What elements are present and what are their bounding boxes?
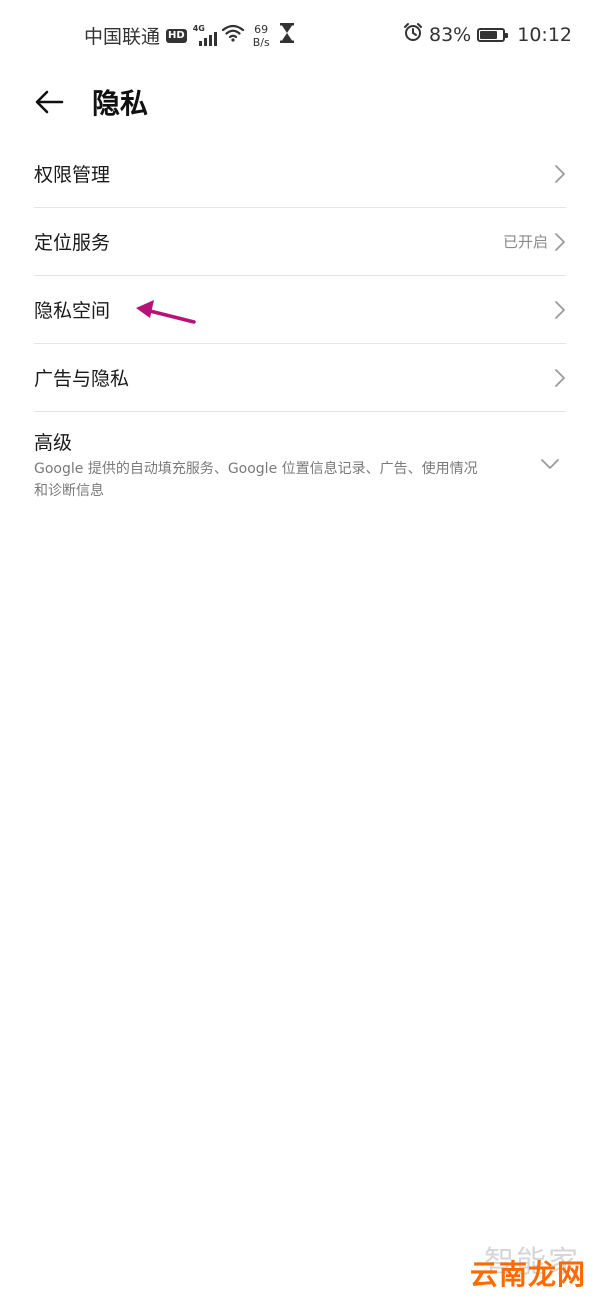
row-label: 广告与隐私 — [34, 368, 130, 390]
hd-badge: HD — [166, 28, 187, 43]
signal-icon: 4G — [193, 24, 217, 46]
speed-unit: B/s — [252, 35, 270, 49]
settings-list: 权限管理 定位服务 已开启 隐私空间 广告与隐私 高级 Google 提供的自动… — [34, 140, 566, 520]
watermark-line-2: 云南龙网 — [469, 1258, 586, 1291]
chevron-right-icon — [555, 164, 565, 183]
permission-management-row[interactable]: 权限管理 — [34, 140, 566, 208]
chevron-down-icon — [541, 459, 559, 469]
network-speed: 69 B/s — [253, 23, 270, 49]
status-bar-right: 83% 10:12 — [403, 22, 572, 47]
app-header: 隐私 — [0, 80, 600, 124]
watermark-line-1: 智能家 — [484, 1245, 580, 1280]
hourglass-icon — [279, 23, 294, 48]
chevron-right-icon — [555, 232, 565, 251]
advanced-row[interactable]: 高级 Google 提供的自动填充服务、Google 位置信息记录、广告、使用情… — [34, 412, 566, 520]
battery-percent: 83% — [429, 23, 472, 46]
page-title: 隐私 — [92, 87, 149, 120]
advanced-title: 高级 — [34, 432, 73, 454]
row-label: 权限管理 — [34, 164, 111, 186]
row-label: 隐私空间 — [34, 300, 111, 322]
watermark: 智能家 云南龙网 — [440, 1237, 590, 1293]
battery-icon — [477, 27, 509, 42]
status-bar-left: 中国联通 HD 4G 69 B/s — [84, 22, 294, 49]
battery-level-fill — [480, 30, 498, 39]
location-service-row[interactable]: 定位服务 已开启 — [34, 208, 566, 276]
carrier-name: 中国联通 — [84, 26, 161, 48]
location-status-value: 已开启 — [502, 233, 548, 251]
chevron-right-icon — [555, 368, 565, 387]
back-arrow-icon — [35, 90, 64, 114]
status-bar: 中国联通 HD 4G 69 B/s 83% 10:12 — [0, 16, 600, 60]
ads-and-privacy-row[interactable]: 广告与隐私 — [34, 344, 566, 412]
clock-time: 10:12 — [517, 23, 572, 46]
back-button[interactable] — [32, 84, 72, 120]
chevron-right-icon — [555, 300, 565, 319]
advanced-description: Google 提供的自动填充服务、Google 位置信息记录、广告、使用情况和诊… — [34, 461, 478, 499]
speed-value: 69 — [254, 22, 269, 36]
row-label: 定位服务 — [34, 232, 111, 254]
alarm-icon — [403, 22, 423, 47]
private-space-row[interactable]: 隐私空间 — [34, 276, 566, 344]
wifi-icon — [221, 23, 245, 48]
